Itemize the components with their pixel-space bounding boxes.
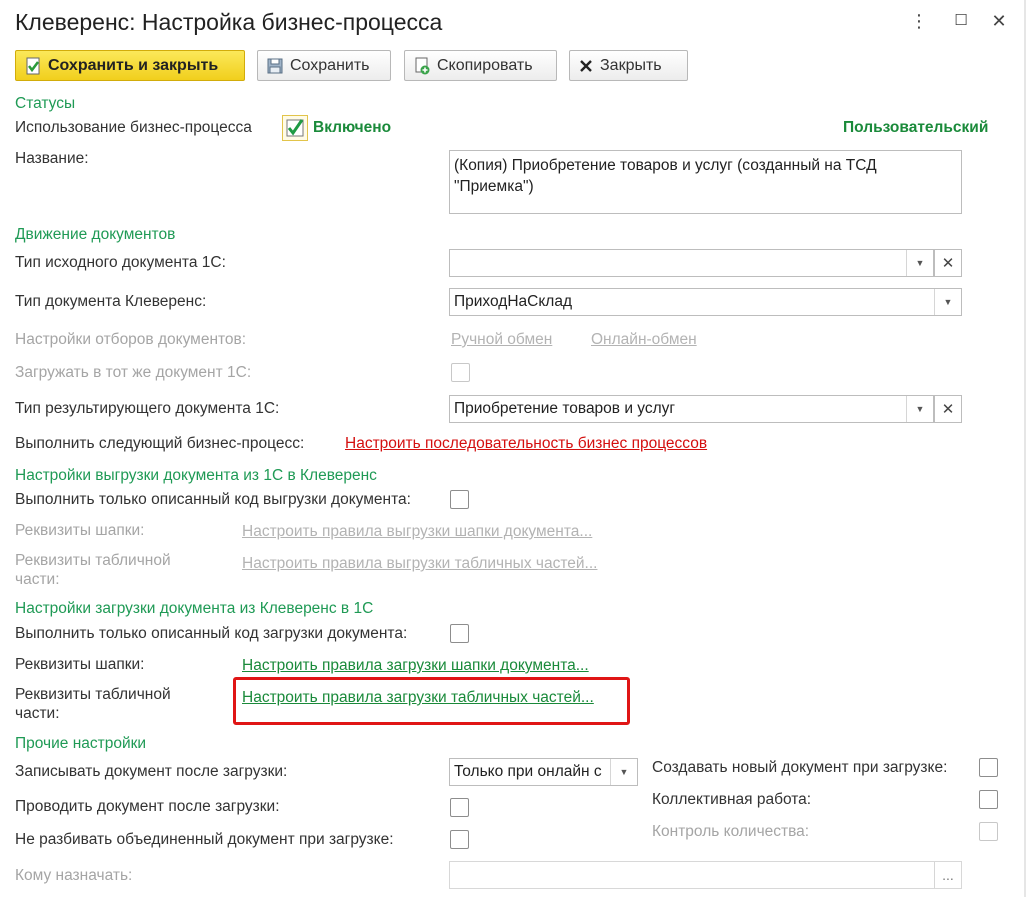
load-same-checkbox[interactable] xyxy=(451,363,470,382)
cleverence-type-value: ПриходНаСклад xyxy=(454,293,572,310)
import-only-code-checkbox[interactable] xyxy=(450,624,469,643)
custom-badge: Пользовательский xyxy=(843,119,989,136)
import-only-code-label: Выполнить только описанный код загрузки … xyxy=(15,625,408,642)
save-doc-icon xyxy=(26,57,40,74)
checkmark-icon xyxy=(286,119,304,137)
floppy-icon xyxy=(267,58,283,73)
filters-label: Настройки отборов документов: xyxy=(15,331,247,348)
post-after-checkbox[interactable] xyxy=(450,798,469,817)
section-statuses: Статусы xyxy=(15,95,76,112)
export-table-label-1: Реквизиты табличной xyxy=(15,552,171,569)
import-table-label-1: Реквизиты табличной xyxy=(15,686,171,703)
import-header-label: Реквизиты шапки: xyxy=(15,656,145,673)
cleverence-type-label: Тип документа Клеверенс: xyxy=(15,293,207,310)
result-type-select[interactable]: Приобретение товаров и услуг ▼ xyxy=(449,395,934,423)
window-title: Клеверенс: Настройка бизнес-процесса xyxy=(15,9,443,35)
select-more-button[interactable]: ... xyxy=(934,862,961,888)
usage-state: Включено xyxy=(313,119,392,136)
maximize-icon[interactable]: ☐ xyxy=(950,10,972,32)
name-label: Название: xyxy=(15,150,89,167)
next-process-link[interactable]: Настроить последовательность бизнес проц… xyxy=(345,435,707,453)
name-textarea[interactable]: (Копия) Приобретение товаров и услуг (со… xyxy=(449,150,962,214)
close-window-icon[interactable]: ✕ xyxy=(988,10,1010,32)
source-type-select[interactable]: ▼ xyxy=(449,249,934,277)
source-type-clear-button[interactable]: ✕ xyxy=(934,249,962,277)
post-after-label: Проводить документ после загрузки: xyxy=(15,798,280,815)
quantity-control-checkbox[interactable] xyxy=(979,822,998,841)
quantity-control-label: Контроль количества: xyxy=(652,823,810,840)
export-header-link[interactable]: Настроить правила выгрузки шапки докумен… xyxy=(242,523,592,541)
close-button[interactable]: Закрыть xyxy=(569,50,688,81)
export-table-label-2: части: xyxy=(15,571,60,588)
assign-to-label: Кому назначать: xyxy=(15,867,133,884)
section-movement: Движение документов xyxy=(15,226,176,243)
source-type-label: Тип исходного документа 1С: xyxy=(15,254,226,271)
write-after-select[interactable]: Только при онлайн с ▼ xyxy=(449,758,638,786)
cleverence-type-select[interactable]: ПриходНаСклад ▼ xyxy=(449,288,962,316)
create-new-label: Создавать новый документ при загрузке: xyxy=(652,759,948,776)
usage-checkbox[interactable] xyxy=(282,115,308,141)
clear-x-icon: ✕ xyxy=(941,255,955,272)
chevron-down-icon[interactable]: ▼ xyxy=(906,396,933,422)
highlight-frame xyxy=(233,677,630,725)
write-after-label: Записывать документ после загрузки: xyxy=(15,763,288,780)
import-table-label-2: части: xyxy=(15,705,60,722)
save-label: Сохранить xyxy=(290,56,370,74)
copy-doc-icon xyxy=(415,57,430,74)
close-label: Закрыть xyxy=(600,56,662,74)
copy-button[interactable]: Скопировать xyxy=(404,50,557,81)
export-table-link[interactable]: Настроить правила выгрузки табличных час… xyxy=(242,555,597,573)
export-only-code-label: Выполнить только описанный код выгрузки … xyxy=(15,491,411,508)
no-split-label: Не разбивать объединенный документ при з… xyxy=(15,831,394,848)
copy-label: Скопировать xyxy=(437,56,533,74)
result-type-value: Приобретение товаров и услуг xyxy=(454,400,676,417)
section-import: Настройки загрузки документа из Клеверен… xyxy=(15,600,374,617)
clear-x-icon: ✕ xyxy=(941,401,955,418)
export-header-label: Реквизиты шапки: xyxy=(15,522,145,539)
create-new-checkbox[interactable] xyxy=(979,758,998,777)
export-only-code-checkbox[interactable] xyxy=(450,490,469,509)
close-x-icon xyxy=(580,59,592,72)
save-and-close-label: Сохранить и закрыть xyxy=(48,56,219,74)
result-type-clear-button[interactable]: ✕ xyxy=(934,395,962,423)
collective-label: Коллективная работа: xyxy=(652,791,812,808)
next-process-label: Выполнить следующий бизнес-процесс: xyxy=(15,435,305,452)
more-icon[interactable]: ⋮ xyxy=(908,10,930,32)
import-header-link[interactable]: Настроить правила загрузки шапки докумен… xyxy=(242,657,589,675)
no-split-checkbox[interactable] xyxy=(450,830,469,849)
result-type-label: Тип результирующего документа 1С: xyxy=(15,400,280,417)
usage-label: Использование бизнес-процесса xyxy=(15,119,252,136)
online-exchange-link[interactable]: Онлайн-обмен xyxy=(591,331,697,349)
section-export: Настройки выгрузки документа из 1С в Кле… xyxy=(15,467,377,484)
save-button[interactable]: Сохранить xyxy=(257,50,391,81)
assign-to-field[interactable]: ... xyxy=(449,861,962,889)
chevron-down-icon[interactable]: ▼ xyxy=(610,759,637,785)
manual-exchange-link[interactable]: Ручной обмен xyxy=(451,331,552,349)
chevron-down-icon[interactable]: ▼ xyxy=(934,289,961,315)
chevron-down-icon[interactable]: ▼ xyxy=(906,250,933,276)
save-and-close-button[interactable]: Сохранить и закрыть xyxy=(15,50,245,81)
collective-checkbox[interactable] xyxy=(979,790,998,809)
load-same-label: Загружать в тот же документ 1С: xyxy=(15,364,252,381)
section-other: Прочие настройки xyxy=(15,735,147,752)
write-after-value: Только при онлайн с xyxy=(454,763,602,780)
